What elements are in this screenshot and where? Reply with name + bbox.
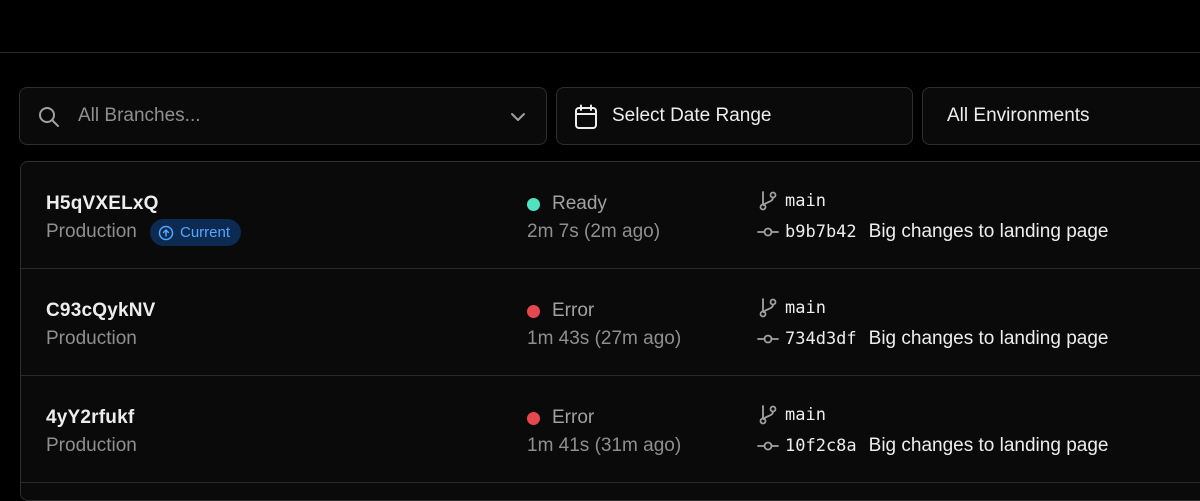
git-commit-icon	[757, 334, 779, 344]
deployment-id[interactable]: 4yY2rfukf	[46, 407, 134, 429]
commit-hash: 10f2c8a	[785, 436, 857, 456]
commit-message: Big changes to landing page	[868, 221, 1109, 242]
deployment-status: Ready	[527, 193, 607, 215]
date-range-button[interactable]: Select Date Range	[556, 87, 913, 145]
status-dot-error	[527, 304, 540, 318]
branch-name: main	[785, 405, 826, 425]
deployment-commit[interactable]: 734d3df Big changes to landing page	[757, 328, 1108, 350]
deployment-list: H5qVXELxQ Production Current Ready 2m 7s…	[20, 161, 1200, 501]
search-icon	[39, 107, 59, 127]
deployment-status: Error	[527, 300, 594, 322]
deployment-environment: Production	[46, 328, 137, 349]
status-label: Error	[552, 300, 595, 321]
status-dot-ready	[527, 197, 540, 211]
status-dot-error	[527, 411, 540, 425]
deployment-row[interactable]: 4yY2rfukf Production Error 1m 41s (31m a…	[21, 376, 1200, 483]
deployment-duration: 1m 41s (31m ago)	[527, 435, 682, 456]
environment-filter-select[interactable]: All Environments	[922, 87, 1200, 145]
environment-filter-label: All Environments	[947, 105, 1090, 126]
deployment-status: Error	[527, 407, 594, 429]
deployment-commit[interactable]: 10f2c8a Big changes to landing page	[757, 435, 1108, 457]
calendar-icon	[575, 104, 597, 129]
git-branch-icon	[759, 298, 777, 318]
chevron-down-icon	[511, 113, 525, 121]
branch-filter-placeholder: All Branches...	[78, 105, 201, 126]
deployment-duration: 1m 43s (27m ago)	[527, 328, 682, 349]
branch-filter-select[interactable]: All Branches...	[19, 87, 547, 145]
branch-name: main	[785, 191, 826, 211]
git-commit-icon	[757, 227, 779, 237]
git-branch-icon	[759, 191, 777, 211]
deployment-duration: 2m 7s (2m ago)	[527, 221, 661, 242]
deployment-id[interactable]: H5qVXELxQ	[46, 193, 159, 215]
deployment-commit[interactable]: b9b7b42 Big changes to landing page	[757, 221, 1108, 243]
current-badge: Current	[150, 219, 242, 246]
deployment-row[interactable]: H5qVXELxQ Production Current Ready 2m 7s…	[21, 162, 1200, 269]
deployment-branch[interactable]: main	[757, 297, 826, 319]
top-bar	[0, 0, 1200, 53]
date-range-label: Select Date Range	[612, 105, 772, 126]
commit-hash: b9b7b42	[785, 222, 857, 242]
deployment-environment: Production	[46, 435, 137, 456]
status-label: Ready	[552, 193, 607, 214]
deployment-branch[interactable]: main	[757, 404, 826, 426]
current-badge-label: Current	[180, 224, 231, 241]
git-commit-icon	[757, 441, 779, 451]
commit-message: Big changes to landing page	[868, 328, 1109, 349]
commit-hash: 734d3df	[785, 329, 857, 349]
deployment-id[interactable]: C93cQykNV	[46, 300, 156, 322]
arrow-up-circle-icon	[158, 225, 174, 240]
git-branch-icon	[759, 405, 777, 425]
deployment-row[interactable]: C93cQykNV Production Error 1m 43s (27m a…	[21, 269, 1200, 376]
commit-message: Big changes to landing page	[868, 435, 1109, 456]
branch-name: main	[785, 298, 826, 318]
status-label: Error	[552, 407, 595, 428]
deployment-environment: Production	[46, 221, 137, 242]
deployment-branch[interactable]: main	[757, 190, 826, 212]
